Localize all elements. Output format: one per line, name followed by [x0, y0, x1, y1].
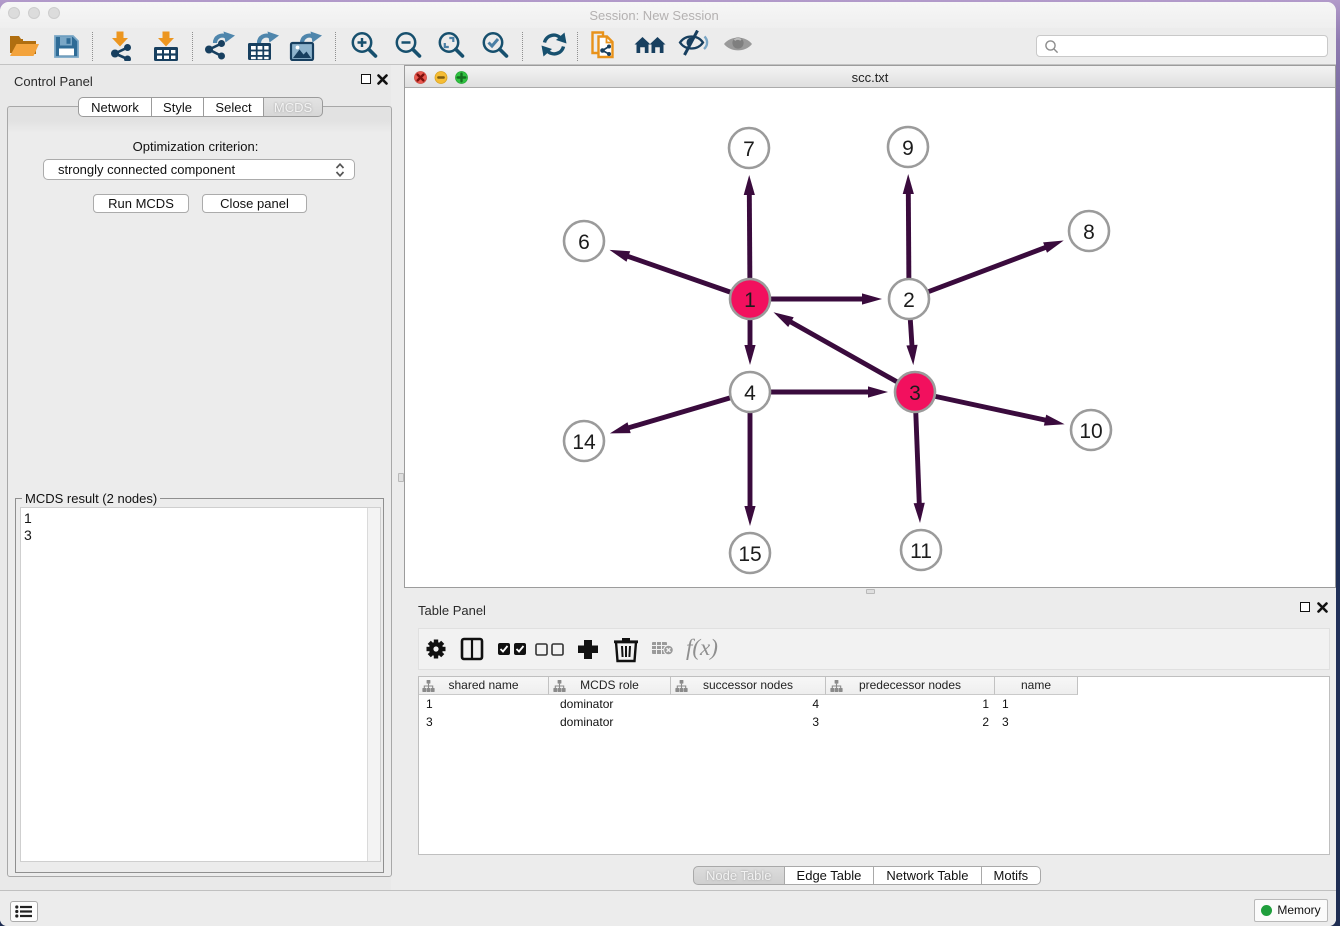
- svg-text:3: 3: [909, 382, 921, 405]
- svg-text:11: 11: [910, 540, 932, 563]
- svg-text:2: 2: [903, 289, 915, 312]
- svg-text:9: 9: [902, 137, 914, 160]
- svg-text:1: 1: [744, 289, 756, 312]
- svg-text:6: 6: [578, 231, 590, 254]
- svg-text:15: 15: [738, 543, 761, 566]
- svg-text:10: 10: [1079, 420, 1102, 443]
- svg-text:8: 8: [1083, 221, 1095, 244]
- svg-text:4: 4: [744, 382, 756, 405]
- svg-text:14: 14: [572, 431, 596, 454]
- svg-text:7: 7: [743, 138, 755, 161]
